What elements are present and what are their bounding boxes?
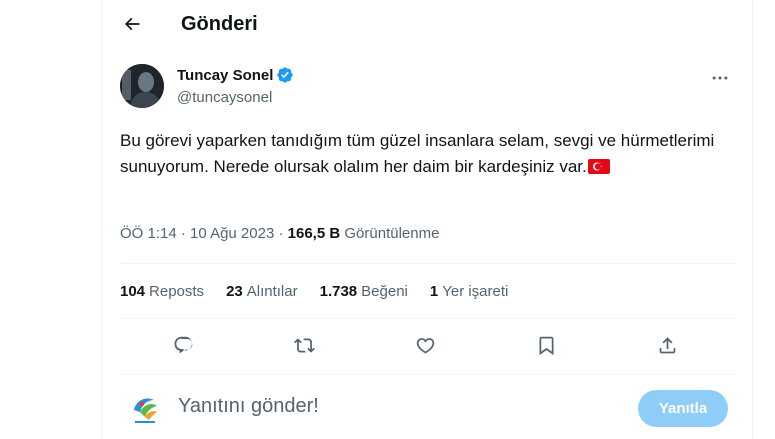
divider (120, 318, 736, 319)
tweet-time[interactable]: ÖÖ 1:14 (120, 225, 177, 242)
reply-composer: Yanıtla (120, 387, 736, 431)
reply-icon[interactable] (168, 330, 198, 360)
meta-separator: · (278, 225, 284, 242)
stat-count: 1 (429, 283, 439, 300)
bookmark-icon[interactable] (531, 330, 561, 360)
stat-count: 23 (226, 283, 243, 300)
verified-badge-icon (276, 66, 294, 84)
reply-button[interactable]: Yanıtla (638, 390, 728, 427)
timeline-column: Gönderi Tuncay Sonel @tuncaysonel Bu gör… (101, 0, 753, 439)
stat-bookmarks[interactable]: 1 Yer işareti (430, 283, 509, 300)
stat-label: Beğeni (361, 283, 408, 300)
stat-label: Reposts (149, 283, 205, 300)
tweet-author: Tuncay Sonel @tuncaysonel (120, 64, 736, 112)
tweet-date[interactable]: 10 Ağu 2023 (190, 225, 274, 242)
repost-icon[interactable] (289, 330, 319, 360)
divider (120, 374, 736, 375)
stat-label: Alıntılar (246, 283, 298, 300)
divider (120, 263, 736, 264)
more-options-icon[interactable] (704, 66, 736, 90)
tweet-meta: ÖÖ 1:14 · 10 Ağu 2023 · 166,5 B Görüntül… (120, 225, 439, 242)
reply-input[interactable] (178, 395, 598, 418)
stat-count: 1.738 (319, 283, 358, 300)
tweet-text-content: Bu görevi yaparken tanıdığım tüm güzel i… (120, 131, 715, 176)
action-bar (120, 330, 736, 360)
back-button[interactable] (116, 10, 148, 42)
avatar[interactable] (120, 64, 164, 108)
engagement-stats: 104 Reposts 23 Alıntılar 1.738 Beğeni 1 Yer … (120, 283, 508, 300)
arrow-left-icon (122, 14, 142, 39)
handle[interactable]: @tuncaysonel (177, 89, 272, 106)
current-user-avatar[interactable] (126, 390, 164, 428)
turkish-flag-icon (587, 156, 610, 174)
views-label: Görüntülenme (344, 225, 440, 242)
meta-separator: · (180, 225, 186, 242)
stat-count: 104 (120, 283, 146, 300)
like-icon[interactable] (410, 330, 440, 360)
name-line: Tuncay Sonel (177, 66, 294, 84)
page-title: Gönderi (181, 13, 258, 35)
top-bar: Gönderi (102, 0, 752, 52)
share-icon[interactable] (652, 330, 682, 360)
stat-likes[interactable]: 1.738 Beğeni (320, 283, 408, 300)
display-name[interactable]: Tuncay Sonel (177, 67, 273, 84)
tweet-text: Bu görevi yaparken tanıdığım tüm güzel i… (120, 128, 730, 180)
stat-label: Yer işareti (442, 283, 509, 300)
stat-quotes[interactable]: 23 Alıntılar (226, 283, 298, 300)
stat-reposts[interactable]: 104 Reposts (120, 283, 204, 300)
views-count: 166,5 B (287, 225, 341, 242)
